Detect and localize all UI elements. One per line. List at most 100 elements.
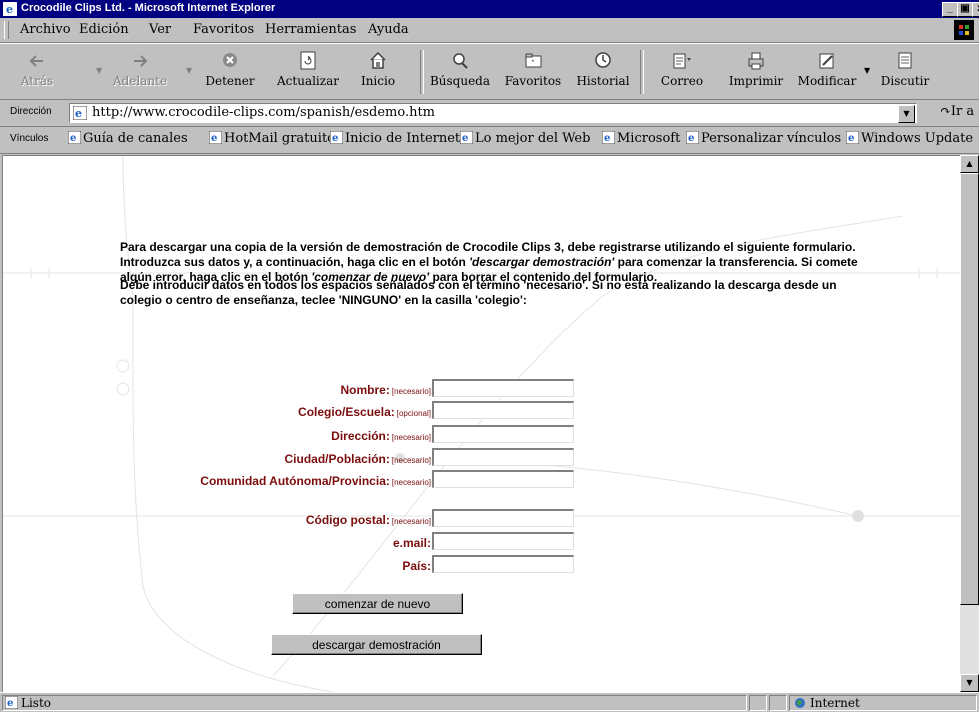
page-icon: e xyxy=(602,131,615,144)
colegio-label-text: Colegio/Escuela: xyxy=(298,405,395,419)
mail-button[interactable]: Correo xyxy=(652,48,712,96)
home-button[interactable]: Inicio xyxy=(355,48,401,96)
nombre-label: Nombre: [necesario] xyxy=(341,383,431,397)
discuss-icon xyxy=(898,52,912,69)
menu-archivo[interactable]: Archivo xyxy=(20,22,71,37)
back-button[interactable]: Atrás xyxy=(12,48,62,96)
link-lo-mejor-web[interactable]: e Lo mejor del Web xyxy=(460,131,590,146)
link-label: Microsoft xyxy=(617,131,681,146)
go-label: Ir a xyxy=(950,104,975,119)
download-button[interactable]: descargar demostración xyxy=(271,634,482,655)
nombre-field[interactable] xyxy=(432,379,574,397)
intro-submit-ref: 'descargar demostración' xyxy=(469,255,615,269)
minimize-button[interactable]: _ xyxy=(942,2,958,17)
menu-herramientas[interactable]: Herramientas xyxy=(265,22,356,37)
codigo-postal-field[interactable] xyxy=(432,509,574,527)
refresh-icon xyxy=(300,51,316,70)
edit-button[interactable]: Modificar xyxy=(793,48,861,96)
refresh-button[interactable]: Actualizar xyxy=(270,48,346,96)
svg-text:e: e xyxy=(211,133,217,144)
edit-dropdown[interactable]: ▼ xyxy=(864,66,870,75)
address-url: http://www.crocodile-clips.com/spanish/e… xyxy=(92,105,436,120)
scroll-up-button[interactable]: ▲ xyxy=(960,155,979,173)
svg-text:e: e xyxy=(75,107,82,120)
status-text: Listo xyxy=(21,696,52,710)
favorites-folder-icon xyxy=(525,53,542,68)
svg-text:e: e xyxy=(604,133,610,144)
direccion-label-text: Dirección: xyxy=(331,429,390,443)
provincia-field[interactable] xyxy=(432,470,574,488)
svg-text:e: e xyxy=(70,133,76,144)
email-label: e.mail: xyxy=(392,536,431,550)
back-dropdown[interactable]: ▼ xyxy=(96,66,102,75)
link-guia-canales[interactable]: e Guía de canales xyxy=(68,131,188,146)
close-button[interactable]: x xyxy=(972,2,979,17)
colegio-field[interactable] xyxy=(432,401,574,419)
links-label: Vínculos xyxy=(10,133,49,144)
optional-note: [opcional] xyxy=(396,409,431,418)
address-dropdown-button[interactable]: ▼ xyxy=(898,105,915,123)
required-note: [necesario] xyxy=(391,433,431,442)
print-button[interactable]: Imprimir xyxy=(725,48,787,96)
page-icon: e xyxy=(846,131,859,144)
scroll-down-button[interactable]: ▼ xyxy=(960,674,979,692)
provincia-label-text: Comunidad Autónoma/Provincia: xyxy=(200,474,390,488)
favorites-label: Favoritos xyxy=(504,74,562,88)
stop-button[interactable]: Detener xyxy=(196,48,264,96)
page-icon: e xyxy=(4,695,19,710)
email-field[interactable] xyxy=(432,532,574,550)
link-windows-update[interactable]: e Windows Update xyxy=(846,131,973,146)
menu-ayuda[interactable]: Ayuda xyxy=(368,22,409,37)
back-arrow-icon xyxy=(29,55,43,67)
svg-text:e: e xyxy=(848,133,854,144)
svg-text:e: e xyxy=(688,133,694,144)
link-personalizar[interactable]: e Personalizar vínculos xyxy=(686,131,841,146)
history-icon xyxy=(595,52,611,68)
svg-text:e: e xyxy=(6,3,13,16)
link-label: Inicio de Internet xyxy=(345,131,461,146)
direccion-field[interactable] xyxy=(432,425,574,443)
page-icon: e xyxy=(686,131,699,144)
links-bar: Vínculos e Guía de canales e HotMail gratu… xyxy=(0,127,979,154)
ciudad-field[interactable] xyxy=(432,448,574,466)
pais-field[interactable] xyxy=(432,555,574,573)
forward-button[interactable]: Adelante xyxy=(110,48,170,96)
nombre-label-text: Nombre: xyxy=(340,383,390,397)
required-note: [necesario] xyxy=(391,387,431,396)
vertical-scrollbar[interactable]: ▲ ▼ xyxy=(960,155,979,692)
menu-favoritos[interactable]: Favoritos xyxy=(193,22,254,37)
favorites-button[interactable]: Favoritos xyxy=(500,48,566,96)
address-input[interactable]: e http://www.crocodile-clips.com/spanish… xyxy=(69,103,917,123)
maximize-button[interactable]: ▣ xyxy=(957,2,973,17)
reset-button[interactable]: comenzar de nuevo xyxy=(292,593,463,614)
windows-logo-icon xyxy=(954,20,974,40)
address-bar: Dirección e http://www.crocodile-clips.c… xyxy=(0,100,979,127)
link-hotmail[interactable]: e HotMail gratuito xyxy=(209,131,335,146)
go-button[interactable]: ↷Ir a xyxy=(940,104,974,119)
search-button[interactable]: Búsqueda xyxy=(427,48,493,96)
forward-dropdown[interactable]: ▼ xyxy=(186,66,192,75)
discuss-button[interactable]: Discutir xyxy=(874,48,936,96)
background-decoration xyxy=(3,156,960,692)
window-title: Crocodile Clips Ltd. - Microsoft Interne… xyxy=(21,2,276,14)
stop-icon xyxy=(223,53,237,67)
zone-panel: Internet xyxy=(789,695,977,711)
zone-text: Internet xyxy=(810,696,860,710)
link-inicio-internet[interactable]: e Inicio de Internet xyxy=(330,131,460,146)
globe-icon xyxy=(795,698,805,708)
toolbar: Atrás ▼ Adelante ▼ Detener Actualizar In… xyxy=(0,43,979,100)
page-icon: e xyxy=(73,106,87,120)
direccion-label: Dirección: [necesario] xyxy=(331,429,431,443)
link-microsoft[interactable]: e Microsoft xyxy=(602,131,680,146)
forward-label: Adelante xyxy=(112,74,168,88)
scroll-thumb[interactable] xyxy=(960,173,979,605)
toolbar-separator xyxy=(640,50,644,94)
codigo-postal-label: Código postal: [necesario] xyxy=(306,513,431,527)
mail-icon xyxy=(673,53,691,69)
menu-edicion[interactable]: Edición xyxy=(79,22,129,37)
svg-text:e: e xyxy=(462,133,468,144)
colegio-label: Colegio/Escuela: [opcional] xyxy=(298,405,431,419)
history-button[interactable]: Historial xyxy=(573,48,633,96)
status-text-panel: e Listo xyxy=(2,695,747,711)
menu-ver[interactable]: Ver xyxy=(149,22,171,37)
